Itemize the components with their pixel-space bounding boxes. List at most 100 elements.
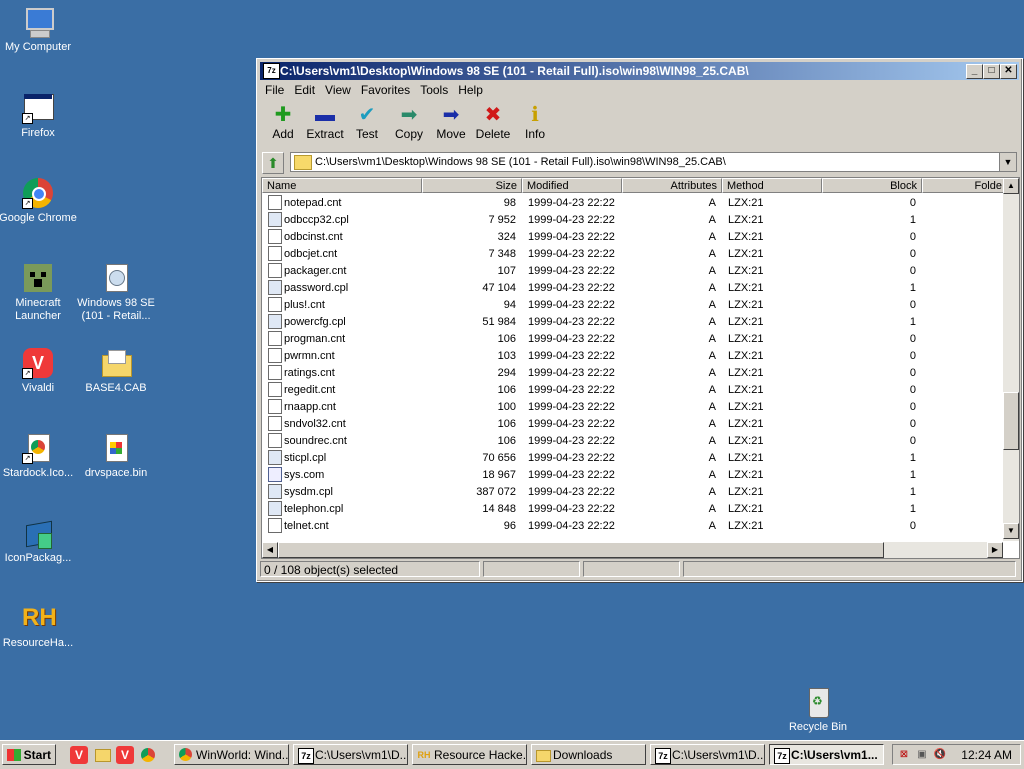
title-bar[interactable]: 7z C:\Users\vm1\Desktop\Windows 98 SE (1… (260, 62, 1019, 80)
info-button[interactable]: ℹ Info (515, 103, 555, 141)
desktop-icon-iconpackager[interactable]: IconPackag... (0, 517, 78, 565)
scroll-up-button[interactable]: ▲ (1003, 178, 1019, 194)
up-folder-button[interactable]: ⬆ (262, 152, 284, 174)
table-row[interactable]: telnet.cnt 96 1999-04-23 22:22 A LZX:21 0 (262, 518, 1003, 535)
quicklaunch-vivaldi-icon[interactable]: V (70, 746, 88, 764)
desktop-icon-drvspace-bin[interactable]: drvspace.bin (76, 432, 156, 480)
vertical-scrollbar[interactable]: ▲ ▼ (1003, 178, 1019, 541)
taskbar-button-winworld[interactable]: WinWorld: Wind... (174, 744, 289, 765)
desktop-icon-base4-cab[interactable]: BASE4.CAB (76, 347, 156, 395)
scroll-down-button[interactable]: ▼ (1003, 523, 1019, 539)
desktop-icon-minecraft-launcher[interactable]: Minecraft Launcher (0, 262, 78, 323)
cell-name: password.cpl (284, 282, 349, 294)
desktop-icon-recycle-bin[interactable]: ♻ Recycle Bin (778, 686, 858, 734)
quicklaunch-explorer-icon[interactable] (93, 746, 111, 764)
column-header-size[interactable]: Size (422, 178, 522, 193)
close-button[interactable]: ✕ (1000, 64, 1017, 79)
table-row[interactable]: password.cpl 47 104 1999-04-23 22:22 A LZX:2… (262, 280, 1003, 297)
table-row[interactable]: sys.com 18 967 1999-04-23 22:22 A LZX:21 1 (262, 467, 1003, 484)
start-button[interactable]: Start (2, 744, 56, 765)
table-row[interactable]: telephon.cpl 14 848 1999-04-23 22:22 A LZX:2… (262, 501, 1003, 518)
menu-view[interactable]: View (320, 81, 356, 99)
desktop-icon-vivaldi[interactable]: V ↗ Vivaldi (0, 347, 78, 395)
extract-button[interactable]: ▬ Extract (305, 103, 345, 141)
list-header: Name Size Modified Attributes Method Blo… (262, 178, 1007, 195)
table-row[interactable]: packager.cnt 107 1999-04-23 22:22 A LZX:21 0 (262, 263, 1003, 280)
chevron-down-icon[interactable]: ▼ (999, 153, 1016, 171)
cell-attributes: A (708, 469, 716, 481)
chrome-icon (179, 748, 193, 762)
file-icon (268, 297, 282, 312)
table-row[interactable]: odbccp32.cpl 7 952 1999-04-23 22:22 A LZX:21… (262, 212, 1003, 229)
test-button[interactable]: ✔ Test (347, 103, 387, 141)
column-header-modified[interactable]: Modified (522, 178, 622, 193)
table-row[interactable]: powercfg.cpl 51 984 1999-04-23 22:22 A LZX:2… (262, 314, 1003, 331)
quicklaunch-vivaldi-icon-2[interactable]: V (116, 746, 134, 764)
cell-size: 47 104 (482, 282, 516, 294)
chrome-icon: ↗ (22, 177, 54, 209)
table-row[interactable]: pwrmn.cnt 103 1999-04-23 22:22 A LZX:21 0 (262, 348, 1003, 365)
menu-edit[interactable]: Edit (289, 81, 320, 99)
table-row[interactable]: progman.cnt 106 1999-04-23 22:22 A LZX:21 0 (262, 331, 1003, 348)
horizontal-scroll-thumb[interactable] (278, 542, 884, 558)
taskbar-button-downloads[interactable]: Downloads (531, 744, 646, 765)
display-icon[interactable]: ▣ (915, 748, 929, 762)
delete-button[interactable]: ✖ Delete (473, 103, 513, 141)
disc-image-icon (100, 262, 132, 294)
table-row[interactable]: sndvol32.cnt 106 1999-04-23 22:22 A LZX:21 0 (262, 416, 1003, 433)
desktop-icon-firefox[interactable]: ↗ Firefox (0, 92, 78, 140)
table-row[interactable]: odbcjet.cnt 7 348 1999-04-23 22:22 A LZX:21 0 (262, 246, 1003, 263)
cell-method: LZX:21 (728, 384, 764, 396)
cell-attributes: A (708, 435, 716, 447)
cell-size: 96 (503, 520, 516, 532)
table-row[interactable]: notepad.cnt 98 1999-04-23 22:22 A LZX:21 0 (262, 195, 1003, 212)
cell-size: 18 967 (482, 469, 516, 481)
clock[interactable]: 12:24 AM (961, 745, 1012, 766)
column-header-attributes[interactable]: Attributes (622, 178, 722, 193)
scroll-left-button[interactable]: ◀ (262, 542, 278, 558)
column-header-folders[interactable]: Folde (922, 178, 1007, 193)
minimize-button[interactable]: _ (966, 64, 983, 79)
copy-button[interactable]: ➡ Copy (389, 103, 429, 141)
table-row[interactable]: rnaapp.cnt 100 1999-04-23 22:22 A LZX:21 0 (262, 399, 1003, 416)
table-row[interactable]: soundrec.cnt 106 1999-04-23 22:22 A LZX:21 0 (262, 433, 1003, 450)
menu-tools[interactable]: Tools (415, 81, 453, 99)
table-row[interactable]: sysdm.cpl 387 072 1999-04-23 22:22 A LZX:21 1 (262, 484, 1003, 501)
cell-name: odbcinst.cnt (284, 231, 343, 243)
menu-file[interactable]: File (260, 81, 289, 99)
table-row[interactable]: ratings.cnt 294 1999-04-23 22:22 A LZX:21 0 (262, 365, 1003, 382)
quicklaunch-chrome-icon[interactable] (139, 746, 157, 764)
network-disconnected-icon[interactable]: ⊠ (897, 748, 911, 762)
scroll-thumb[interactable] (1003, 392, 1019, 450)
taskbar-button-7zip-1[interactable]: 7z C:\Users\vm1\D... (293, 744, 408, 765)
menu-help[interactable]: Help (453, 81, 488, 99)
status-panel-2 (483, 561, 580, 577)
desktop-icon-resourcehacker[interactable]: RH ResourceHa... (0, 602, 78, 650)
table-row[interactable]: sticpl.cpl 70 656 1999-04-23 22:22 A LZX:21 1 (262, 450, 1003, 467)
cell-size: 107 (497, 265, 516, 277)
move-button[interactable]: ➡ Move (431, 103, 471, 141)
desktop-icon-my-computer[interactable]: My Computer (0, 6, 78, 54)
scroll-right-button[interactable]: ▶ (987, 542, 1003, 558)
table-row[interactable]: plus!.cnt 94 1999-04-23 22:22 A LZX:21 0 (262, 297, 1003, 314)
table-row[interactable]: regedit.cnt 106 1999-04-23 22:22 A LZX:21 0 (262, 382, 1003, 399)
desktop-icon-google-chrome[interactable]: ↗ Google Chrome (0, 177, 78, 225)
extract-label: Extract (306, 127, 344, 141)
add-button[interactable]: ✚ Add (263, 103, 303, 141)
column-header-method[interactable]: Method (722, 178, 822, 193)
taskbar-button-resource-hacker[interactable]: RH Resource Hacke... (412, 744, 527, 765)
column-header-block[interactable]: Block (822, 178, 922, 193)
volume-muted-icon[interactable]: 🔇 (933, 748, 947, 762)
desktop-icon-stardock[interactable]: ↗ Stardock.Ico... (0, 432, 78, 480)
column-header-name[interactable]: Name (262, 178, 422, 193)
address-combobox[interactable]: C:\Users\vm1\Desktop\Windows 98 SE (101 … (290, 152, 1017, 172)
table-row[interactable]: odbcinst.cnt 324 1999-04-23 22:22 A LZX:21 0 (262, 229, 1003, 246)
desktop-icon-windows98-iso[interactable]: Windows 98 SE (101 - Retail... (76, 262, 156, 323)
cell-block: 0 (909, 384, 916, 396)
maximize-button[interactable]: □ (983, 64, 1000, 79)
taskbar-button-7zip-active[interactable]: 7z C:\Users\vm1... (769, 744, 884, 765)
menu-favorites[interactable]: Favorites (356, 81, 415, 99)
7zip-app-icon[interactable]: 7z (263, 63, 280, 79)
horizontal-scrollbar[interactable]: ◀ ▶ (262, 542, 1003, 558)
taskbar-button-7zip-2[interactable]: 7z C:\Users\vm1\D... (650, 744, 765, 765)
